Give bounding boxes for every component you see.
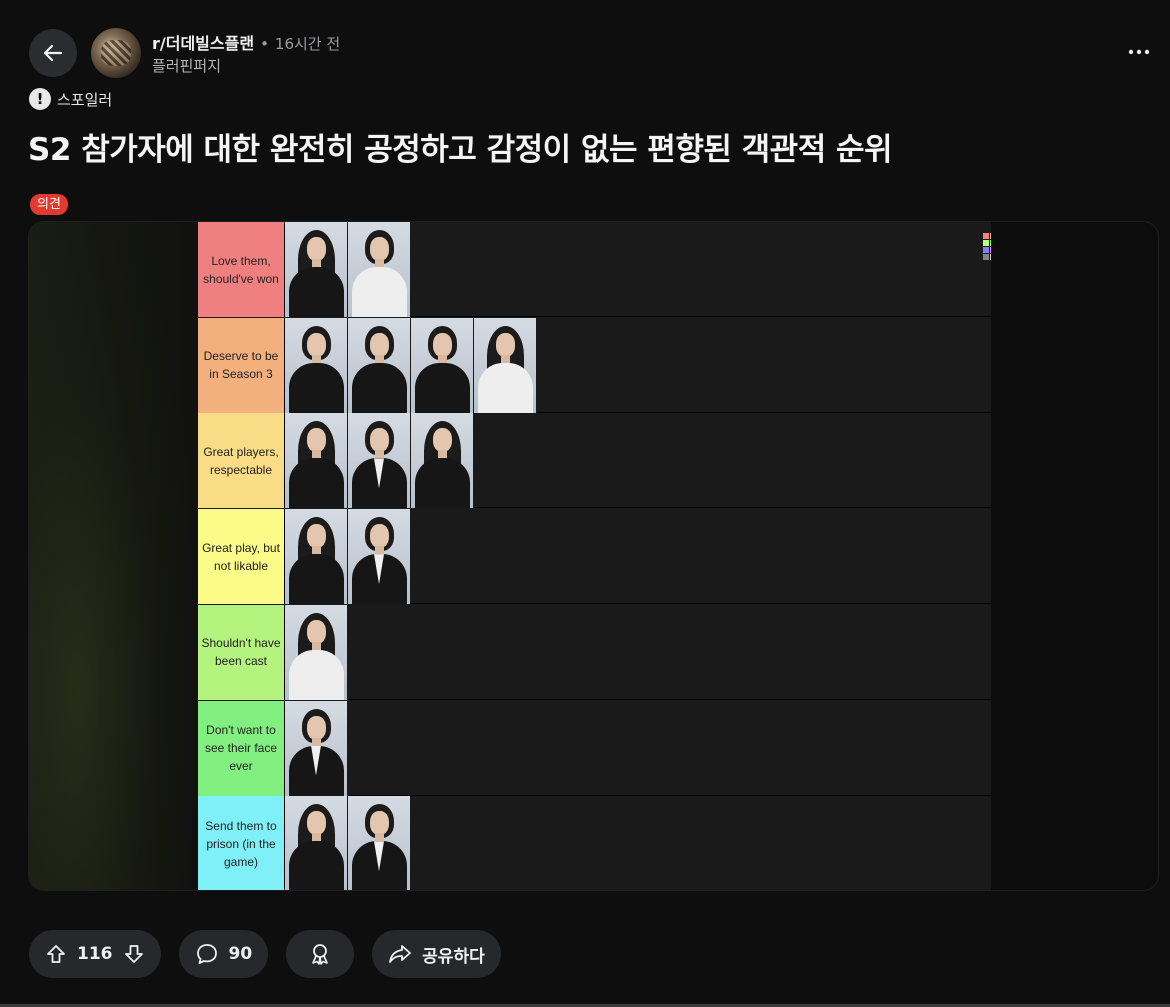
tier-items — [285, 317, 537, 413]
contestant-portrait — [285, 604, 348, 700]
tier-items — [285, 509, 411, 605]
back-button[interactable] — [29, 29, 77, 77]
tier-label: Great play, but not likable — [198, 509, 285, 605]
vote-count: 116 — [77, 944, 113, 964]
tier-list: Love them, should've won Deserve to be in… — [198, 222, 1156, 890]
tier-row: Don't want to see their face ever — [198, 700, 991, 796]
image-blur-background-right — [991, 222, 1158, 890]
post-view: r/더데빌스플랜 • 16시간 전 플러핀퍼지 ! 스포일러 S2 참가자에 대… — [0, 0, 1170, 1007]
arrow-up-icon[interactable] — [45, 943, 67, 965]
contestant-portrait — [411, 317, 474, 413]
contestant-portrait — [285, 317, 348, 413]
contestant-portrait — [348, 222, 411, 317]
tier-row: Great players, respectable — [198, 413, 991, 509]
tier-items — [285, 222, 411, 317]
contestant-portrait — [285, 700, 348, 796]
tier-items — [285, 700, 348, 796]
tier-items — [285, 604, 348, 700]
tier-row: Deserve to be in Season 3 — [198, 317, 991, 413]
contestant-portrait — [285, 413, 348, 509]
tier-row: Send them to prison (in the game) — [198, 796, 991, 890]
image-blur-background — [29, 222, 199, 890]
contestant-portrait — [348, 413, 411, 509]
contestant-portrait — [285, 796, 348, 890]
contestant-portrait — [348, 509, 411, 605]
share-button[interactable]: 공유하다 — [372, 930, 501, 978]
share-arrow-icon — [388, 943, 412, 965]
subreddit-name[interactable]: r/더데빌스플랜 — [152, 30, 254, 54]
comments-button[interactable]: 90 — [178, 930, 269, 978]
author-name[interactable]: 플러핀퍼지 — [152, 55, 221, 76]
contestant-portrait — [348, 317, 411, 413]
post-title: S2 참가자에 대한 완전히 공정하고 감정이 없는 편향된 객관적 순위 — [28, 132, 893, 168]
tier-label: Don't want to see their face ever — [198, 700, 285, 796]
tier-row: Love them, should've won — [198, 222, 991, 317]
contestant-portrait — [411, 413, 474, 509]
contestant-portrait — [285, 509, 348, 605]
tier-items — [285, 413, 474, 509]
comment-count: 90 — [228, 944, 253, 964]
post-image[interactable]: Love them, should've won Deserve to be in… — [28, 221, 1159, 891]
share-label: 공유하다 — [422, 946, 485, 967]
tier-row: Shouldn't have been cast — [198, 604, 991, 700]
tier-label: Shouldn't have been cast — [198, 604, 285, 700]
post-time: 16시간 전 — [274, 35, 341, 53]
speech-bubble-icon — [195, 942, 219, 966]
more-options-button[interactable] — [1122, 40, 1156, 64]
arrow-down-icon[interactable] — [123, 943, 145, 965]
subreddit-avatar[interactable] — [91, 28, 141, 78]
award-button[interactable] — [286, 930, 355, 978]
spoiler-label: 스포일러 — [57, 90, 113, 109]
arrow-left-icon — [42, 42, 64, 64]
tier-label: Love them, should've won — [198, 222, 285, 317]
post-meta: r/더데빌스플랜 • 16시간 전 — [152, 30, 340, 54]
vote-control: 116 — [29, 930, 161, 978]
exclamation-circle-icon: ! — [29, 88, 51, 110]
more-horizontal-icon — [1128, 49, 1150, 55]
action-bar: 116 90 공유하다 — [29, 930, 501, 978]
tier-row: Great play, but not likable — [198, 509, 991, 605]
meta-separator: • — [260, 35, 269, 53]
tier-label: Great players, respectable — [198, 413, 285, 509]
tier-items — [285, 796, 411, 890]
contestant-portrait — [285, 222, 348, 317]
tier-label: Send them to prison (in the game) — [198, 796, 285, 890]
post-flair[interactable]: 의견 — [30, 194, 68, 215]
spoiler-tag: ! 스포일러 — [29, 88, 112, 110]
contestant-portrait — [474, 317, 537, 413]
contestant-portrait — [348, 796, 411, 890]
award-ribbon-icon — [309, 942, 331, 966]
tier-label: Deserve to be in Season 3 — [198, 317, 285, 413]
